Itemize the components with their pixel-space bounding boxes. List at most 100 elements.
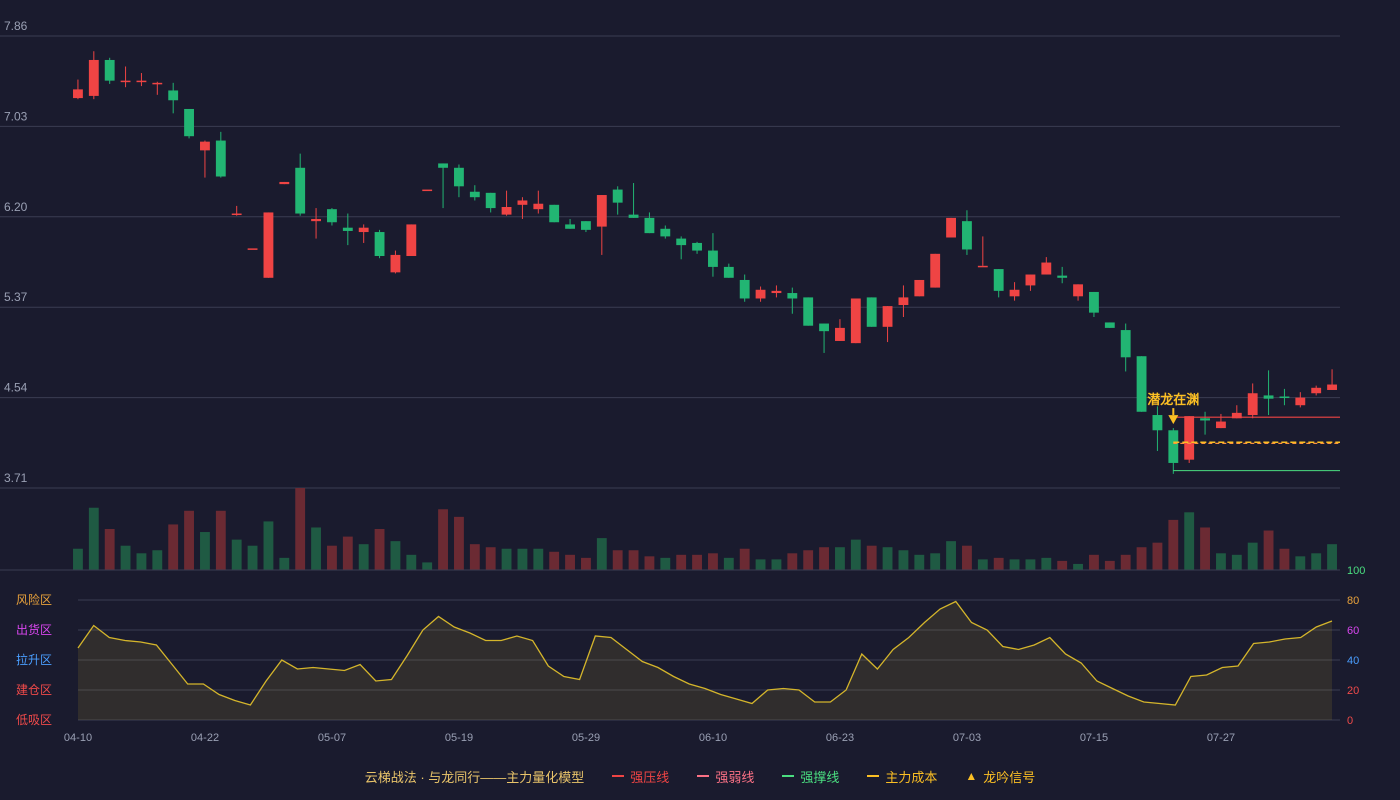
signal-arrow-icon (1168, 415, 1179, 425)
legend-item-support: 强撑线 (782, 767, 839, 786)
legend-item-pressure: 强压线 (612, 767, 669, 786)
candle-body (1184, 416, 1195, 460)
candle-body (755, 289, 766, 299)
candle-body (517, 200, 528, 205)
zone-label: 低吸区 (16, 713, 52, 727)
candle-body (152, 82, 163, 85)
candle-body (342, 227, 353, 231)
price-tick-label: 4.54 (4, 381, 28, 395)
volume-bar (1216, 553, 1226, 570)
candle-body (215, 140, 226, 177)
candle-body (1104, 322, 1115, 328)
candle-body (88, 59, 99, 96)
legend-label: 龙吟信号 (983, 769, 1036, 785)
candle-body (1327, 384, 1337, 390)
pressure-line-icon (612, 775, 625, 777)
candle-body (1247, 393, 1258, 416)
candle-body (168, 90, 179, 101)
x-tick-label: 07-03 (953, 732, 981, 744)
volume-bar (612, 550, 623, 570)
volume-bar (231, 539, 242, 570)
volume-bar (977, 559, 988, 570)
volume-bar (993, 557, 1004, 570)
candle-body (311, 218, 321, 222)
candle-body (914, 279, 925, 297)
candle-body (962, 221, 972, 250)
volume-bar (676, 554, 687, 570)
volume-bar (1247, 542, 1258, 570)
volume-bar (215, 510, 226, 570)
legend-item-cost: 主力成本 (867, 767, 937, 786)
volume-bar (1152, 542, 1163, 570)
zone-label: 出货区 (16, 622, 52, 637)
candle-body (485, 192, 496, 209)
candle-body (771, 290, 782, 294)
zone-label: 风险区 (16, 592, 52, 607)
candle-body (1057, 275, 1068, 278)
candle-body (676, 238, 687, 246)
volume-bar (898, 550, 909, 570)
volume-bar (1168, 519, 1179, 570)
x-tick-label: 05-19 (445, 732, 473, 744)
candle-body (247, 248, 258, 250)
volume-bar (692, 554, 702, 570)
x-tick-label: 07-15 (1080, 732, 1108, 744)
volume-bar (1295, 556, 1306, 570)
volume-bar (660, 557, 671, 570)
candle-body (819, 323, 829, 332)
volume-bar (184, 510, 194, 570)
volume-bar (136, 553, 147, 570)
volume-bar (1231, 554, 1242, 570)
legend-title: 云梯战法 · 与龙同行——主力量化模型 (364, 769, 585, 785)
cost-line-icon (867, 775, 880, 777)
candle-body (1216, 421, 1226, 429)
candle-body (533, 203, 544, 210)
candle-body (1120, 330, 1131, 358)
volume-bar (311, 527, 321, 570)
volume-bar (501, 548, 512, 570)
price-tick-label: 7.86 (4, 19, 28, 33)
volume-bar (406, 554, 417, 570)
volume-bar (358, 544, 369, 570)
candle-body (1200, 418, 1210, 421)
x-tick-label: 06-23 (826, 732, 854, 744)
zone-label: 建仓区 (16, 683, 52, 697)
candle-body (295, 167, 306, 214)
candle-body (136, 80, 147, 83)
support-line-icon (782, 775, 795, 777)
candle-body (1263, 395, 1274, 399)
volume-bar (755, 559, 766, 570)
volume-scale-label: 100 (1347, 565, 1365, 577)
candle-body (660, 228, 671, 237)
x-tick-label: 04-10 (64, 732, 92, 744)
candle-body (327, 209, 337, 223)
candle-body (104, 59, 115, 81)
volume-bar (374, 529, 385, 570)
volume-bar (628, 550, 639, 570)
volume-bar (533, 548, 544, 570)
price-tick-label: 3.71 (4, 471, 28, 485)
volume-bar (422, 562, 433, 570)
legend-label: 强压线 (630, 769, 670, 785)
volume-bar (1009, 559, 1020, 570)
candle-body (1009, 289, 1020, 297)
candle-body (723, 266, 734, 278)
volume-bar (120, 545, 131, 570)
volume-bar (104, 529, 115, 570)
candle-body (1025, 274, 1036, 286)
candle-body (977, 265, 988, 268)
volume-bar (946, 541, 956, 570)
candle-body (850, 298, 861, 344)
x-tick-label: 04-22 (191, 732, 219, 744)
zone-label: 拉升区 (16, 652, 52, 667)
volume-bar (1041, 557, 1052, 570)
oscillator-tick-label: 40 (1347, 655, 1359, 667)
candle-body (644, 217, 655, 234)
volume-bar (88, 507, 99, 570)
candle-body (549, 204, 560, 223)
candle-body (946, 217, 956, 238)
volume-bar (342, 536, 353, 570)
legend: 云梯战法 · 与龙同行——主力量化模型 强压线 强弱线 强撑线 主力成本 ▲ 龙… (0, 766, 1400, 786)
candle-body (739, 279, 750, 299)
volume-bar (152, 550, 163, 570)
